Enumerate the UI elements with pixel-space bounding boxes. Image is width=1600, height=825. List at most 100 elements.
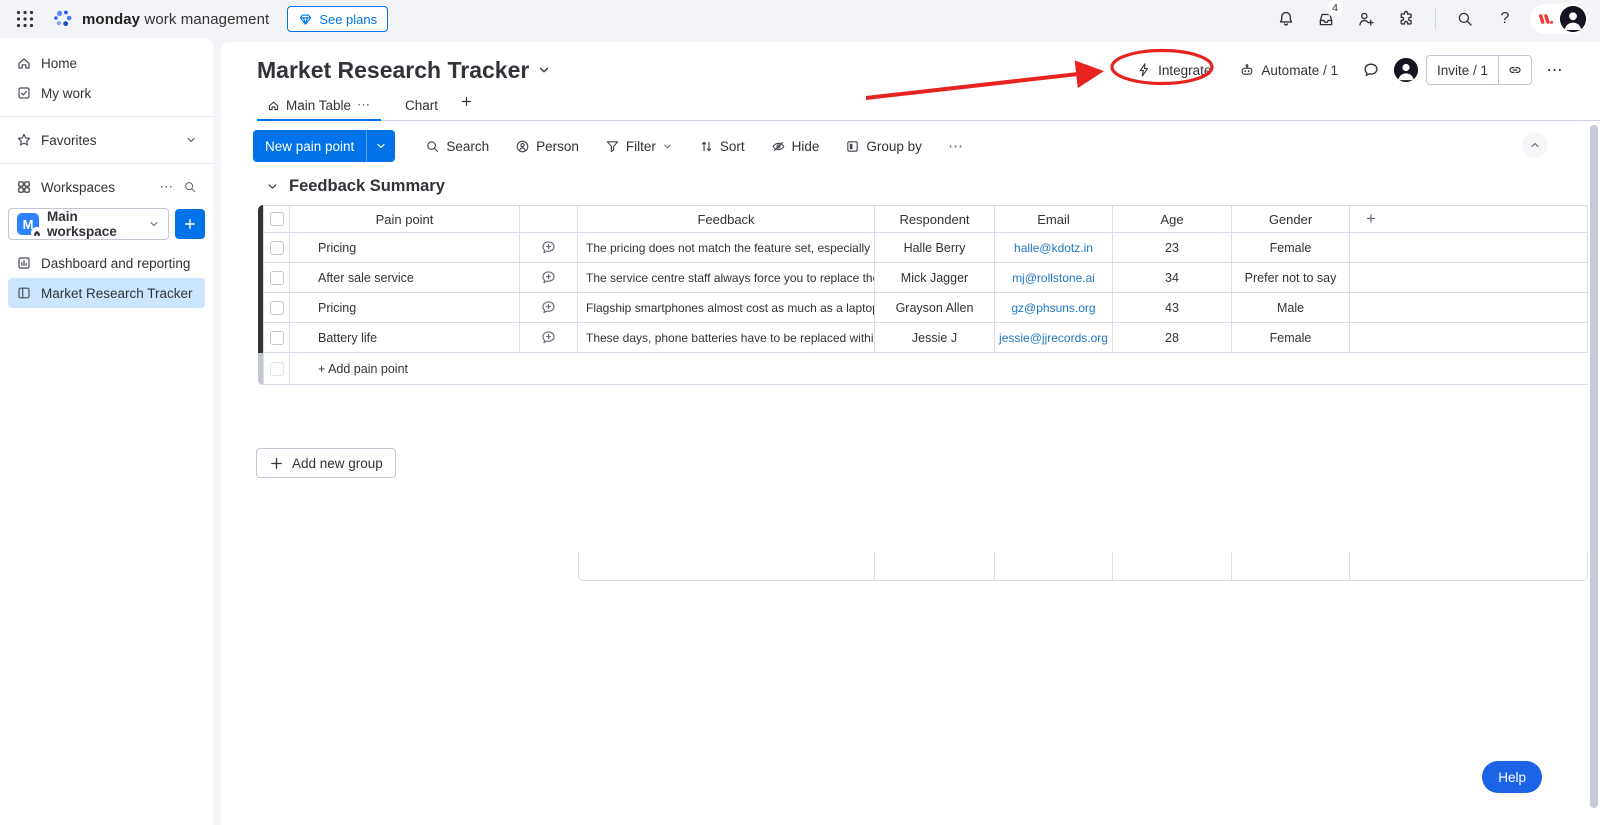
workspace-dropdown[interactable]: M Main workspace <box>8 208 169 240</box>
board-menu-icon[interactable]: ⋯ <box>1540 55 1570 85</box>
email-cell[interactable]: mj@rollstone.ai <box>995 263 1113 293</box>
group-collapse-icon[interactable] <box>266 180 279 193</box>
add-new-group-button[interactable]: Add new group <box>256 448 396 478</box>
add-update-icon[interactable] <box>540 329 557 346</box>
sidebar-item-home[interactable]: Home <box>8 48 205 78</box>
new-pain-point-button[interactable]: New pain point <box>253 130 395 162</box>
row-checkbox[interactable] <box>270 301 284 315</box>
age-cell[interactable]: 34 <box>1113 263 1232 293</box>
integrate-button[interactable]: Integrate <box>1126 56 1221 84</box>
invite-members-icon[interactable] <box>1351 4 1381 34</box>
see-plans-button[interactable]: See plans <box>287 6 388 32</box>
filter-button[interactable]: Filter <box>595 131 683 161</box>
email-cell[interactable]: halle@kdotz.in <box>995 233 1113 263</box>
inbox-icon[interactable]: 4 <box>1311 4 1341 34</box>
add-update-icon[interactable] <box>540 239 557 256</box>
sort-button[interactable]: Sort <box>689 131 755 161</box>
open-updates-cell[interactable] <box>520 263 578 293</box>
pain-point-cell[interactable]: After sale service <box>290 263 520 293</box>
email-cell[interactable]: jessie@jjrecords.org <box>995 323 1113 353</box>
board-owner-avatar[interactable] <box>1394 58 1418 82</box>
open-updates-cell[interactable] <box>520 233 578 263</box>
add-item-cell[interactable]: + Add pain point <box>290 353 520 385</box>
gender-cell[interactable]: Female <box>1232 323 1350 353</box>
group-title[interactable]: Feedback Summary <box>289 177 445 196</box>
notifications-bell-icon[interactable] <box>1271 4 1301 34</box>
feedback-cell[interactable]: The service centre staff always force yo… <box>578 263 875 293</box>
sidebar-item-market-research-tracker[interactable]: Market Research Tracker <box>8 278 205 308</box>
feedback-cell[interactable]: These days, phone batteries have to be r… <box>578 323 875 353</box>
age-cell[interactable]: 28 <box>1113 323 1232 353</box>
group-by-button[interactable]: Group by <box>835 131 932 161</box>
email-link[interactable]: gz@phsuns.org <box>1011 301 1095 315</box>
board-panel: Market Research Tracker Integrate Automa… <box>221 42 1600 825</box>
add-update-icon[interactable] <box>540 269 557 286</box>
collapse-header-icon[interactable] <box>1522 132 1548 158</box>
tab-chart[interactable]: Chart <box>395 98 448 121</box>
column-header-pain-point[interactable]: Pain point <box>290 205 520 233</box>
brand[interactable]: monday work management <box>52 8 269 30</box>
new-pain-point-caret-icon[interactable] <box>366 130 395 162</box>
apps-marketplace-icon[interactable] <box>1391 4 1421 34</box>
brand-text: monday work management <box>82 11 269 28</box>
respondent-cell[interactable]: Halle Berry <box>875 233 995 263</box>
open-updates-cell[interactable] <box>520 293 578 323</box>
copy-link-icon[interactable] <box>1498 56 1531 84</box>
sidebar-item-my-work[interactable]: My work <box>8 78 205 108</box>
sidebar-item-dashboard[interactable]: Dashboard and reporting <box>8 248 205 278</box>
search-icon[interactable] <box>1450 4 1480 34</box>
column-header-email[interactable]: Email <box>995 205 1113 233</box>
add-item-row-span[interactable] <box>520 353 1588 385</box>
workspaces-menu-icon[interactable]: ⋯ <box>160 179 175 195</box>
vertical-scrollbar[interactable] <box>1590 125 1598 808</box>
column-header-age[interactable]: Age <box>1113 205 1232 233</box>
email-link[interactable]: mj@rollstone.ai <box>1012 271 1095 285</box>
column-header-feedback[interactable]: Feedback <box>578 205 875 233</box>
search-tool-button[interactable]: Search <box>415 131 499 161</box>
gender-cell[interactable]: Prefer not to say <box>1232 263 1350 293</box>
email-link[interactable]: jessie@jjrecords.org <box>999 331 1108 345</box>
invite-button[interactable]: Invite / 1 <box>1427 56 1498 84</box>
respondent-cell[interactable]: Jessie J <box>875 323 995 353</box>
tab-main-table[interactable]: Main Table ⋯ <box>257 97 381 121</box>
column-header-respondent[interactable]: Respondent <box>875 205 995 233</box>
row-checkbox[interactable] <box>270 271 284 285</box>
chat-icon[interactable] <box>1356 55 1386 85</box>
add-view-button[interactable] <box>448 95 485 121</box>
email-cell[interactable]: gz@phsuns.org <box>995 293 1113 323</box>
gender-cell[interactable]: Male <box>1232 293 1350 323</box>
feedback-cell[interactable]: The pricing does not match the feature s… <box>578 233 875 263</box>
pain-point-cell[interactable]: Pricing <box>290 293 520 323</box>
account-switcher[interactable] <box>1530 4 1588 34</box>
age-cell[interactable]: 23 <box>1113 233 1232 263</box>
automate-button[interactable]: Automate / 1 <box>1229 56 1348 84</box>
sidebar-item-favorites[interactable]: Favorites <box>8 125 205 155</box>
add-column-button[interactable]: + <box>1366 209 1376 229</box>
workspaces-search-icon[interactable] <box>183 180 197 194</box>
toolbar-more-button[interactable]: ⋯ <box>938 131 974 161</box>
column-header-gender[interactable]: Gender <box>1232 205 1350 233</box>
gender-cell[interactable]: Female <box>1232 233 1350 263</box>
apps-grid-icon[interactable] <box>14 8 36 30</box>
age-cell[interactable]: 43 <box>1113 293 1232 323</box>
open-updates-cell[interactable] <box>520 323 578 353</box>
email-link[interactable]: halle@kdotz.in <box>1014 241 1093 255</box>
help-button[interactable]: Help <box>1482 761 1542 793</box>
respondent-cell[interactable]: Grayson Allen <box>875 293 995 323</box>
hide-button[interactable]: Hide <box>761 131 830 161</box>
select-all-checkbox[interactable] <box>270 212 284 226</box>
respondent-cell[interactable]: Mick Jagger <box>875 263 995 293</box>
add-workspace-item-button[interactable] <box>175 209 205 239</box>
pain-point-cell[interactable]: Battery life <box>290 323 520 353</box>
tab-menu-icon[interactable]: ⋯ <box>357 97 371 113</box>
row-checkbox[interactable] <box>270 241 284 255</box>
pain-point-cell[interactable]: Pricing <box>290 233 520 263</box>
row-checkbox[interactable] <box>270 331 284 345</box>
feedback-cell[interactable]: Flagship smartphones almost cost as much… <box>578 293 875 323</box>
person-filter-button[interactable]: Person <box>505 131 589 161</box>
chevron-down-icon[interactable] <box>662 141 673 152</box>
add-update-icon[interactable] <box>540 299 557 316</box>
help-question-icon[interactable]: ? <box>1490 4 1520 34</box>
user-avatar[interactable] <box>1560 6 1586 32</box>
board-title[interactable]: Market Research Tracker <box>257 57 551 84</box>
